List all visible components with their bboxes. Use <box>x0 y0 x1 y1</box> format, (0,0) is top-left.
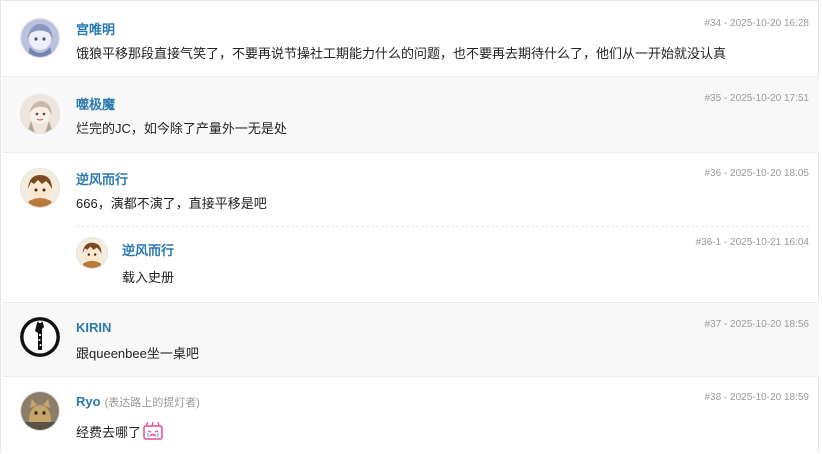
reply-meta[interactable]: #36-1 - 2025-10-21 16:04 <box>696 237 809 248</box>
user-avatar[interactable] <box>20 94 60 134</box>
username[interactable]: 宫唯明 <box>76 19 115 38</box>
user-avatar[interactable] <box>20 391 60 431</box>
anime-character-avatar-icon <box>21 95 59 133</box>
user-avatar[interactable] <box>20 18 60 58</box>
username[interactable]: 逆风而行 <box>76 169 128 188</box>
post-meta[interactable]: #36 - 2025-10-20 18:05 <box>704 168 809 179</box>
reply-divider <box>76 226 809 227</box>
brown-hair-boy-avatar-icon <box>21 169 59 207</box>
comment-post: KIRIN #37 - 2025-10-20 18:56 跟queenbee坐一… <box>2 303 819 377</box>
comment-post: 宫唯明 #34 - 2025-10-20 16:28 饿狼平移那段直接气笑了，不… <box>2 1 819 77</box>
user-avatar[interactable] <box>20 168 60 208</box>
username[interactable]: KIRIN <box>76 320 111 335</box>
comment-text: 烂完的JC，如今除了产量外一无是处 <box>76 121 287 136</box>
pink-crying-emoticon-icon <box>142 421 164 444</box>
comment-text: 666，演都不演了，直接平移是吧 <box>76 196 267 211</box>
comment-post: 噬极魔 #35 - 2025-10-20 17:51 烂完的JC，如今除了产量外… <box>2 77 819 153</box>
comment-text: 经费去哪了 <box>76 421 164 444</box>
username[interactable]: Ryo (表达路上的提灯者) <box>76 394 200 410</box>
username[interactable]: 噬极魔 <box>76 94 115 113</box>
post-meta[interactable]: #34 - 2025-10-20 16:28 <box>704 18 809 29</box>
post-meta[interactable]: #38 - 2025-10-20 18:59 <box>704 392 809 403</box>
comment-text: 跟queenbee坐一桌吧 <box>76 346 199 361</box>
comment-text: 饿狼平移那段直接气笑了，不要再说节操社工期能力什么的问题，也不要再去期待什么了，… <box>76 46 727 61</box>
reply-username[interactable]: 逆风而行 <box>122 240 174 259</box>
user-avatar[interactable] <box>20 317 60 357</box>
giraffe-logo-avatar-icon <box>20 317 60 357</box>
comment-text-body: 经费去哪了 <box>76 425 142 440</box>
user-title: (表达路上的提灯者) <box>104 397 200 409</box>
comment-list: 宫唯明 #34 - 2025-10-20 16:28 饿狼平移那段直接气笑了，不… <box>0 0 819 453</box>
post-meta[interactable]: #35 - 2025-10-20 17:51 <box>704 93 809 104</box>
comment-post: Ryo (表达路上的提灯者) #38 - 2025-10-20 18:59 经费去… <box>2 377 819 454</box>
anime-girl-avatar-icon <box>21 19 59 57</box>
comment-post: 逆风而行 #36 - 2025-10-20 18:05 666，演都不演了，直接… <box>2 153 819 303</box>
reply-avatar[interactable] <box>76 237 108 269</box>
cat-avatar-icon <box>21 392 59 430</box>
username-text[interactable]: Ryo <box>76 394 101 409</box>
post-meta[interactable]: #37 - 2025-10-20 18:56 <box>704 319 809 330</box>
brown-hair-boy-avatar-icon <box>77 238 107 268</box>
reply-text: 载入史册 <box>122 270 175 285</box>
